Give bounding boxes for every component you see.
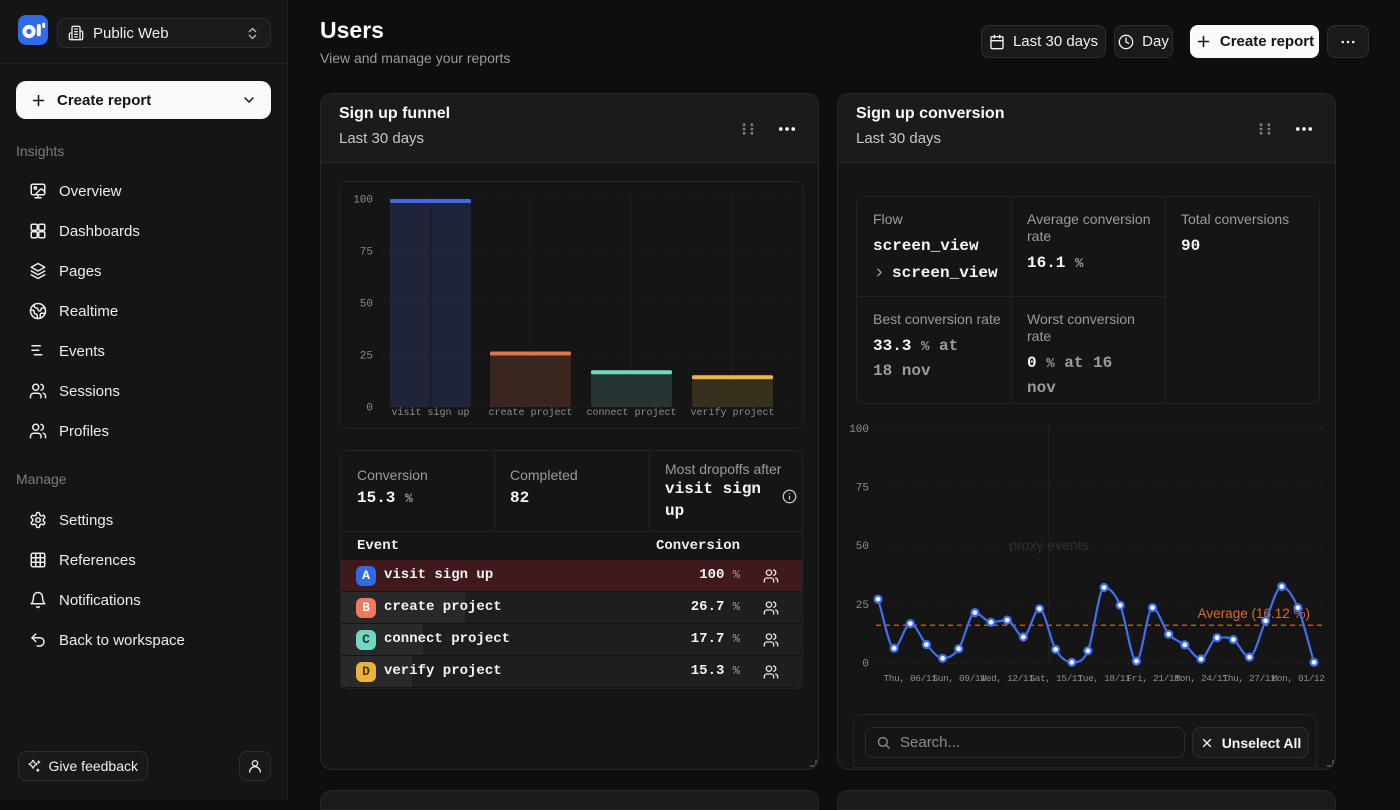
svg-text:50: 50 bbox=[360, 299, 373, 311]
svg-text:visit sign up: visit sign up bbox=[391, 407, 469, 419]
svg-text:25: 25 bbox=[360, 351, 373, 363]
svg-text:create project: create project bbox=[488, 407, 572, 419]
svg-text:75: 75 bbox=[360, 247, 373, 259]
svg-text:100: 100 bbox=[849, 424, 869, 436]
svg-text:0: 0 bbox=[366, 403, 373, 415]
svg-text:Sun, 09/11: Sun, 09/11 bbox=[932, 673, 986, 684]
svg-text:Fri, 21/11: Fri, 21/11 bbox=[1126, 673, 1180, 684]
svg-text:Average (16.12 %): Average (16.12 %) bbox=[1198, 606, 1310, 621]
svg-text:100: 100 bbox=[353, 195, 373, 207]
svg-text:50: 50 bbox=[856, 541, 869, 553]
svg-text:Tue, 18/11: Tue, 18/11 bbox=[1077, 673, 1131, 684]
svg-text:25: 25 bbox=[856, 600, 869, 612]
svg-text:Thu, 27/11: Thu, 27/11 bbox=[1222, 673, 1276, 684]
svg-text:75: 75 bbox=[856, 483, 869, 495]
svg-text:connect project: connect project bbox=[586, 407, 676, 419]
svg-text:Mon, 01/12: Mon, 01/12 bbox=[1271, 673, 1325, 684]
svg-text:proxy events: proxy events bbox=[1009, 537, 1088, 553]
svg-text:verify project: verify project bbox=[690, 407, 774, 419]
svg-text:Sat, 15/11: Sat, 15/11 bbox=[1029, 673, 1083, 684]
svg-text:Wed, 12/11: Wed, 12/11 bbox=[980, 673, 1034, 684]
svg-text:Thu, 06/11: Thu, 06/11 bbox=[883, 673, 937, 684]
svg-text:Mon, 24/11: Mon, 24/11 bbox=[1174, 673, 1228, 684]
svg-text:0: 0 bbox=[862, 659, 869, 671]
